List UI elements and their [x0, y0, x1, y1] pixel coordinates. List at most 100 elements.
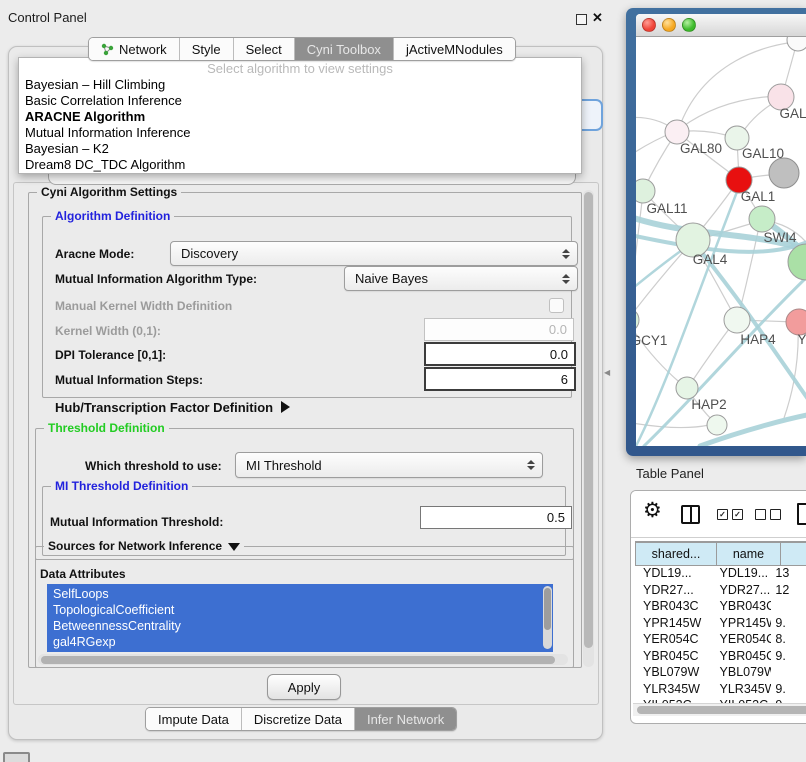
- tab-jactivemnodules[interactable]: jActiveMNodules: [394, 38, 515, 60]
- table-horizontal-scrollbar-thumb[interactable]: [637, 706, 806, 714]
- column-header-a[interactable]: A: [781, 542, 806, 566]
- network-edge: [678, 96, 779, 130]
- algorithm-option-bayesian-hill-climbing[interactable]: Bayesian – Hill Climbing: [19, 77, 581, 93]
- tab-cyni-toolbox[interactable]: Cyni Toolbox: [295, 38, 394, 60]
- manual-kernel-label: Manual Kernel Width Definition: [55, 299, 232, 313]
- attributes-scrollbar[interactable]: [543, 586, 552, 649]
- attribute-option-topologicalcoefficient[interactable]: TopologicalCoefficient: [47, 602, 553, 618]
- which-threshold-value: MI Threshold: [246, 458, 322, 473]
- panel-splitter-arrow[interactable]: ◀: [604, 368, 610, 377]
- algorithm-option-dream8-dc-tdc-algorithm[interactable]: Dream8 DC_TDC Algorithm: [19, 157, 581, 173]
- minimized-panel-chip[interactable]: [3, 752, 30, 762]
- tab-network-label: Network: [119, 42, 167, 57]
- attributes-scrollbar-thumb[interactable]: [544, 588, 551, 630]
- table-cell: 8.: [771, 632, 806, 646]
- select-all-columns-icon[interactable]: ✓✓: [717, 509, 743, 520]
- column-header-name[interactable]: name: [717, 542, 781, 566]
- node-label-gal10: GAL10: [742, 146, 784, 161]
- tab-discretize-data-label: Discretize Data: [254, 712, 342, 727]
- gear-icon[interactable]: ⚙: [643, 498, 662, 523]
- kernel-width-value: 0.0: [549, 322, 567, 337]
- node-label-swi4: SWI4: [763, 230, 796, 245]
- zoom-traffic-light-icon[interactable]: [682, 18, 696, 32]
- table-row[interactable]: YLR345WYLR345W9.: [635, 681, 806, 698]
- algorithm-option-basic-correlation-inference[interactable]: Basic Correlation Inference: [19, 93, 581, 109]
- sources-title[interactable]: Sources for Network Inference: [44, 539, 244, 553]
- mi-type-value: Naive Bayes: [355, 271, 428, 286]
- attribute-option-betweennesscentrality[interactable]: BetweennessCentrality: [47, 618, 553, 634]
- dpi-tolerance-label: DPI Tolerance [0,1]:: [55, 348, 166, 362]
- apply-button[interactable]: Apply: [267, 674, 341, 700]
- mi-threshold-value: 0.5: [547, 510, 565, 525]
- tab-network[interactable]: Network: [89, 38, 180, 60]
- split-columns-icon[interactable]: [681, 505, 700, 524]
- hub-definition-toggle[interactable]: Hub/Transcription Factor Definition: [55, 400, 290, 415]
- tab-impute-data[interactable]: Impute Data: [146, 708, 242, 730]
- table-row[interactable]: YPR145WYPR145W9.: [635, 615, 806, 632]
- mi-type-combobox[interactable]: Naive Bayes: [344, 266, 578, 291]
- focused-algorithm-combobox-fragment[interactable]: [582, 99, 603, 131]
- table-cell: 9.: [771, 616, 806, 630]
- column-header-shared[interactable]: shared...: [635, 542, 717, 566]
- table-horizontal-scrollbar[interactable]: [633, 703, 806, 716]
- node-label-hap2: HAP2: [691, 397, 726, 412]
- network-node: [636, 308, 639, 332]
- mi-steps-field[interactable]: 6: [424, 367, 576, 391]
- table-cell: YBR043C: [635, 599, 712, 613]
- algorithm-option-bayesian-k2[interactable]: Bayesian – K2: [19, 141, 581, 157]
- settings-horizontal-scrollbar[interactable]: [38, 654, 568, 665]
- close-icon[interactable]: ✕: [592, 10, 603, 26]
- screen: Control Panel ✕ NetworkStyleSelectCyni T…: [0, 0, 806, 762]
- table-row[interactable]: YBL079WYBL079W: [635, 664, 806, 681]
- table-cell: YBR045C: [635, 649, 712, 663]
- settings-vertical-scrollbar-thumb[interactable]: [584, 192, 593, 648]
- float-window-icon[interactable]: [576, 14, 587, 25]
- document-icon[interactable]: [797, 503, 806, 525]
- attribute-option-gal4rgexp[interactable]: gal4RGexp: [47, 634, 553, 650]
- dpi-tolerance-field[interactable]: 0.0: [424, 342, 576, 366]
- tab-infer-network[interactable]: Infer Network: [355, 708, 456, 730]
- tab-discretize-data[interactable]: Discretize Data: [242, 708, 355, 730]
- threshold-definition-title: Threshold Definition: [44, 421, 169, 435]
- minimize-traffic-light-icon[interactable]: [662, 18, 676, 32]
- aracne-mode-combobox[interactable]: Discovery: [170, 241, 578, 266]
- kernel-width-field[interactable]: 0.0: [424, 318, 574, 341]
- network-window-titlebar[interactable]: [636, 14, 806, 37]
- deselect-all-columns-icon[interactable]: [755, 509, 781, 520]
- network-node: [676, 377, 698, 399]
- spinner-arrows-icon: [527, 460, 535, 470]
- table-row[interactable]: YBR045CYBR045C9.: [635, 648, 806, 665]
- kernel-width-label: Kernel Width (0,1):: [55, 324, 161, 338]
- close-traffic-light-icon[interactable]: [642, 18, 656, 32]
- expanded-arrow-icon: [228, 543, 240, 551]
- table-header-row: shared...nameA: [635, 541, 806, 566]
- manual-kernel-checkbox[interactable]: [549, 298, 564, 313]
- mi-steps-label: Mutual Information Steps:: [55, 373, 203, 387]
- attribute-option-selfloops[interactable]: SelfLoops: [47, 584, 553, 602]
- mi-threshold-field[interactable]: 0.5: [420, 506, 572, 529]
- table-cell: YLR345W: [712, 682, 772, 696]
- tab-select[interactable]: Select: [234, 38, 295, 60]
- network-icon: [101, 43, 114, 56]
- data-attributes-list[interactable]: SelfLoopsTopologicalCoefficientBetweenne…: [47, 584, 553, 652]
- table-row[interactable]: YDR27...YDR27...12: [635, 582, 806, 599]
- collapsed-arrow-icon: [281, 401, 290, 413]
- algorithm-option-aracne-algorithm[interactable]: ARACNE Algorithm: [19, 109, 581, 125]
- table-cell: 9.: [771, 682, 806, 696]
- mi-type-label: Mutual Information Algorithm Type:: [55, 272, 257, 286]
- table-row[interactable]: YBR043CYBR043C: [635, 598, 806, 615]
- data-attributes-label: Data Attributes: [40, 567, 126, 581]
- control-panel-tabbar: Network StyleSelectCyni ToolboxjActiveMNo…: [88, 37, 516, 61]
- which-threshold-combobox[interactable]: MI Threshold: [235, 452, 543, 478]
- network-canvas[interactable]: GALGAL80GAL10GAL1GAL11SWI4GAL4GCY1HAP4YH…: [636, 37, 806, 446]
- table-row[interactable]: YDL19...YDL19...13: [635, 565, 806, 582]
- table-row[interactable]: YER054CYER054C8.: [635, 631, 806, 648]
- settings-horizontal-scrollbar-thumb[interactable]: [41, 656, 555, 664]
- tab-style[interactable]: Style: [180, 38, 234, 60]
- network-graph: GALGAL80GAL10GAL1GAL11SWI4GAL4GCY1HAP4YH…: [636, 37, 806, 446]
- algorithm-option-mutual-information-inference[interactable]: Mutual Information Inference: [19, 125, 581, 141]
- settings-vertical-scrollbar[interactable]: [583, 190, 594, 667]
- table-cell: YBR045C: [712, 649, 772, 663]
- algorithm-dropdown-popup: Select algorithm to view settings Bayesi…: [18, 57, 582, 174]
- table-toolbar: ⚙ ✓✓: [631, 491, 806, 538]
